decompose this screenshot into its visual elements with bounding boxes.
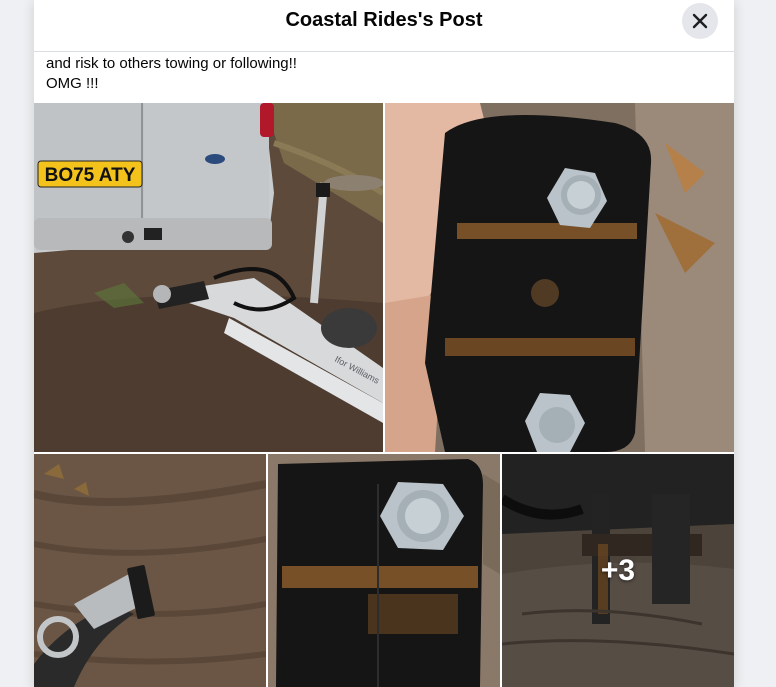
photo-broken-hitch[interactable]: [34, 454, 266, 687]
photo-underside-more[interactable]: +3: [502, 454, 734, 687]
post-dialog: Coastal Rides's Post and risk to others …: [34, 0, 734, 687]
post-text-line: OMG !!!: [46, 75, 99, 92]
close-button[interactable]: [682, 3, 718, 39]
post-text: and risk to others towing or following!!…: [46, 54, 716, 94]
photo-van-trailer[interactable]: BO75 ATY Ifor Williams: [34, 103, 383, 452]
photo-grid: BO75 ATY Ifor Williams +3: [34, 103, 734, 687]
plate-text: BO75 ATY: [45, 165, 136, 186]
photo-plate-closeup[interactable]: [268, 454, 500, 687]
dialog-title: Coastal Rides's Post: [285, 9, 483, 31]
post-text-line: and risk to others towing or following!!: [46, 55, 297, 72]
close-icon: [692, 13, 708, 29]
more-photos-count[interactable]: +3: [502, 454, 734, 687]
photo-hitch-plate-closeup[interactable]: [385, 103, 734, 452]
dialog-header: Coastal Rides's Post: [34, 0, 734, 52]
